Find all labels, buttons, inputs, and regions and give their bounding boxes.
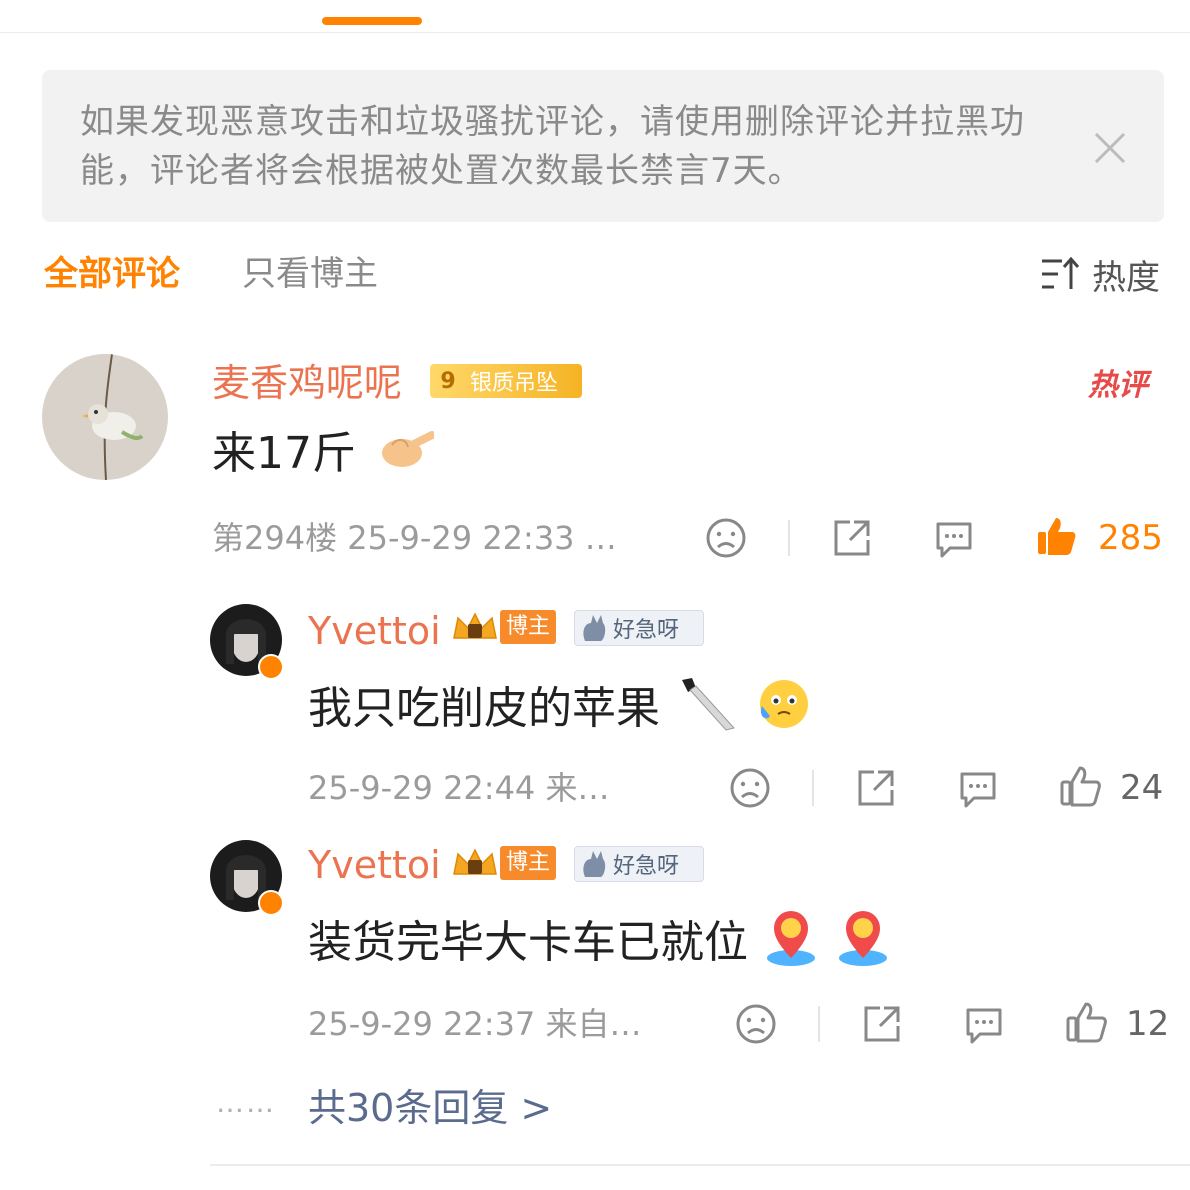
more-replies-dots: …… [216,1086,276,1119]
blogger-badge: 博主 [450,846,560,880]
crown-icon [450,610,500,644]
reply-username[interactable]: Yvettoi [308,840,441,890]
divider [818,1006,820,1042]
fan-badge[interactable]: 好急呀 [574,846,704,882]
reply-username[interactable]: Yvettoi [308,606,441,656]
fan-badge[interactable]: 好急呀 [574,610,704,646]
comment-icon[interactable] [962,1002,1006,1046]
like-icon-active[interactable] [1034,514,1078,558]
like-count: 285 [1098,518,1163,558]
comment-text-row: 来17斤 [212,426,436,485]
header-divider [0,32,1190,33]
cat-icon [575,611,613,645]
tab-blogger-only[interactable]: 只看博主 [242,252,378,296]
reply-meta: 25-9-29 22:37 来自… [308,1005,642,1043]
blogger-badge: 博主 [450,610,560,644]
dislike-face-icon[interactable] [734,1002,778,1046]
dislike-face-icon[interactable] [728,766,772,810]
comment-text: 来17斤 [212,428,356,479]
close-icon[interactable] [1090,128,1130,168]
share-icon[interactable] [854,766,898,810]
medal-badge-label: 银质吊坠 [470,371,559,396]
knife-emoji [674,674,738,748]
avatar[interactable] [42,354,168,480]
medal-badge[interactable]: 9 银质吊坠 [430,364,582,398]
active-tab-indicator [322,17,422,25]
pointing-hand-emoji [378,427,436,485]
fan-badge-label: 好急呀 [613,854,680,879]
share-icon[interactable] [860,1002,904,1046]
sort-button[interactable]: 热度 [1040,252,1160,298]
reply-text-row: 我只吃削皮的苹果 [308,674,812,748]
share-icon[interactable] [830,516,874,560]
sort-icon [1042,256,1080,289]
verified-badge-icon [258,654,284,680]
blogger-badge-label: 博主 [500,846,557,880]
divider [812,770,814,806]
fan-badge-label: 好急呀 [613,618,680,643]
comment-icon[interactable] [956,766,1000,810]
location-pin-emoji [762,908,820,982]
tab-all-comments[interactable]: 全部评论 [44,252,180,296]
bird-avatar-image [42,354,168,480]
like-icon[interactable] [1058,764,1102,808]
cat-icon [575,847,613,881]
dislike-face-icon[interactable] [704,516,748,560]
more-replies-link[interactable]: 共30条回复 > [308,1086,552,1130]
like-count: 12 [1126,1004,1170,1044]
comment-icon[interactable] [932,516,976,560]
crying-face-emoji [752,676,812,746]
level-diamond-icon: 9 [440,368,456,394]
verified-badge-icon [258,890,284,916]
reply-text: 我只吃削皮的苹果 [308,683,660,734]
reply-text: 装货完毕大卡车已就位 [308,917,748,968]
moderation-notice-text: 如果发现恶意攻击和垃圾骚扰评论，请使用删除评论并拉黑功能，评论者将会根据被处置次… [80,102,1025,191]
reply-meta: 25-9-29 22:44 来… [308,769,610,807]
divider [788,520,790,556]
crown-icon [450,846,500,880]
like-count: 24 [1120,768,1164,808]
blogger-badge-label: 博主 [500,610,557,644]
sort-label: 热度 [1092,257,1160,298]
comment-meta: 第294楼 25-9-29 22:33 … [212,519,617,557]
like-icon[interactable] [1064,1000,1108,1044]
reply-text-row: 装货完毕大卡车已就位 [308,908,892,982]
comment-username[interactable]: 麦香鸡呢呢 [212,358,402,408]
section-divider [210,1164,1190,1166]
location-pin-emoji [834,908,892,982]
hot-comment-label: 热评 [1088,368,1148,403]
